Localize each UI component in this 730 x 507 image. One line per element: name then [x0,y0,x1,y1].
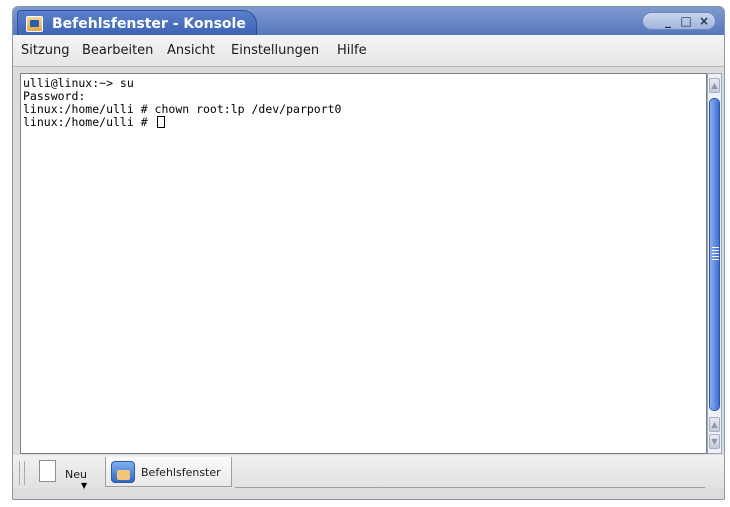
scroll-up-arrow-lower[interactable]: ▲ [709,417,720,432]
tab-bar-divider [235,487,705,488]
terminal-area[interactable]: ulli@linux:~> su Password: linux:/home/u… [20,73,707,454]
title-tab[interactable]: Befehlsfenster - Konsole [17,10,257,35]
session-tab-befehlsfenster[interactable]: Befehlsfenster [105,457,232,487]
menu-bar: Sitzung Bearbeiten Ansicht Einstellungen… [13,35,724,67]
terminal-prompt-line: linux:/home/ulli # [23,116,165,129]
scroll-up-arrow[interactable]: ▲ [709,78,720,93]
menu-ansicht[interactable]: Ansicht [167,43,215,58]
new-document-icon [39,460,56,482]
scrollbar-grip [712,247,719,261]
konsole-app-icon[interactable] [26,16,43,32]
dropdown-arrow-icon[interactable]: ▼ [81,481,87,490]
session-tab-label: Befehlsfenster [141,466,221,479]
session-tab-bar: Neu ▼ Befehlsfenster [13,455,724,490]
toolbar-handle[interactable] [19,461,25,485]
new-session-button[interactable]: Neu ▼ [35,457,95,490]
menu-einstellungen[interactable]: Einstellungen [231,43,319,58]
scroll-down-arrow[interactable]: ▼ [709,434,720,449]
title-bar[interactable]: Befehlsfenster - Konsole _ □ × [13,7,724,35]
vertical-scrollbar[interactable]: ▲ ▲ ▼ [707,73,722,454]
menu-sitzung[interactable]: Sitzung [21,43,70,58]
konsole-session-icon [111,461,135,483]
window-controls: _ □ × [642,12,716,30]
menu-bearbeiten[interactable]: Bearbeiten [82,43,153,58]
terminal-prompt: linux:/home/ulli # [23,115,155,129]
close-button[interactable]: × [693,13,715,29]
scrollbar-thumb[interactable] [709,98,720,411]
konsole-window: Befehlsfenster - Konsole _ □ × Sitzung B… [12,6,725,500]
new-session-label: Neu [65,468,87,481]
menu-hilfe[interactable]: Hilfe [337,43,367,58]
text-cursor [156,116,165,128]
window-title: Befehlsfenster - Konsole [52,16,246,32]
